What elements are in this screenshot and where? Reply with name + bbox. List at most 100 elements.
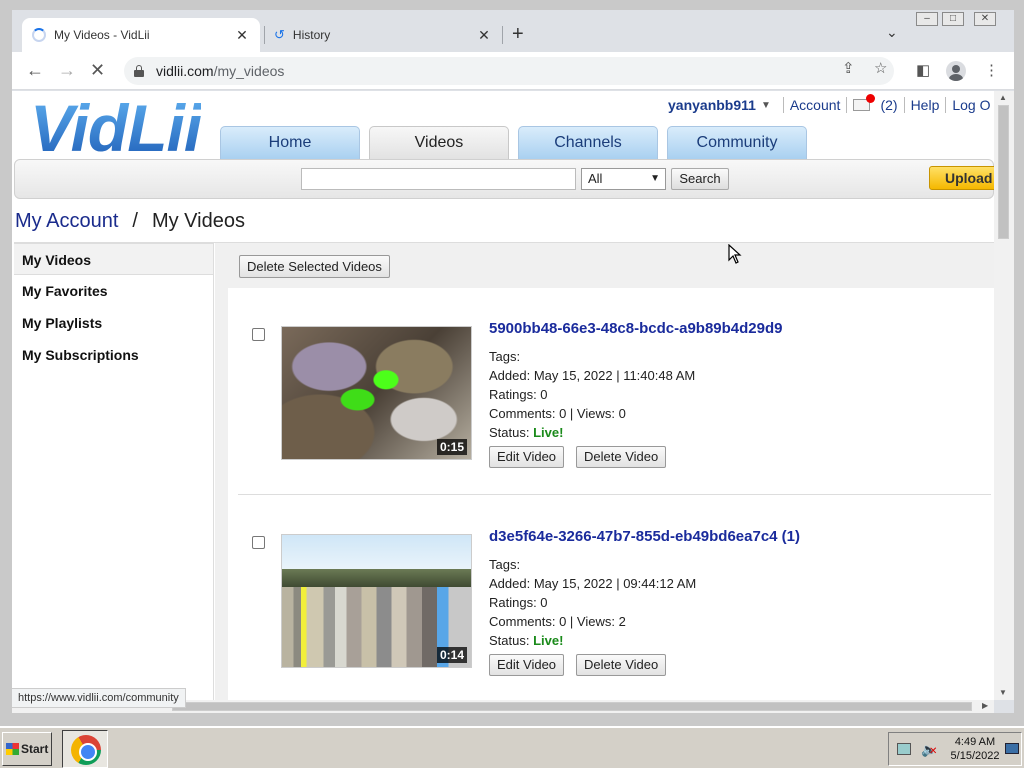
logout-link[interactable]: Log O [952,97,990,113]
video-tags: Tags: [489,557,521,572]
edit-video-button[interactable]: Edit Video [489,446,565,468]
delete-selected-videos-button[interactable]: Delete Selected Videos [239,255,390,278]
video-tags: Tags: [489,349,521,364]
tab-strip: My Videos - VidLii ✕ ↺ History ✕ + ⌄ – □… [12,10,1014,52]
scrollbar-thumb[interactable] [998,105,1009,239]
video-select-checkbox[interactable] [252,536,265,549]
tab-history[interactable]: ↺ History ✕ [264,18,502,52]
window-close-button[interactable]: ✕ [974,12,996,26]
browser-window: My Videos - VidLii ✕ ↺ History ✕ + ⌄ – □… [12,10,1014,713]
video-thumbnail[interactable]: 0:14 [281,534,472,668]
sidebar-item-my-favorites[interactable]: My Favorites [14,275,213,307]
divider [945,97,947,113]
main-content: Delete Selected Videos 0:15 5900bb48-66e… [215,243,994,700]
history-icon: ↺ [274,27,285,42]
lock-icon[interactable] [134,65,144,77]
video-ratings: Ratings: 0 [489,595,548,610]
search-input[interactable] [301,168,576,190]
mail-icon[interactable] [853,94,876,111]
tab-separator [502,26,503,44]
nav-tab-community[interactable]: Community [667,126,807,159]
new-tab-button[interactable]: + [512,24,524,44]
upload-button[interactable]: Upload [929,166,994,190]
scrollbar-thumb[interactable] [172,702,972,711]
divider [782,97,784,113]
video-duration: 0:14 [436,647,467,663]
nav-tab-channels[interactable]: Channels [518,126,658,159]
address-bar[interactable]: vidlii.com/my_videos ⇪ ☆ [124,57,894,85]
sidebar-item-my-videos[interactable]: My Videos [14,243,213,275]
menu-kebab-icon[interactable]: ⋮ [984,61,999,79]
divider [903,97,905,113]
start-button[interactable]: Start [2,732,52,766]
chevron-down-icon[interactable]: ▼ [761,100,771,111]
search-button[interactable]: Search [671,168,729,190]
scroll-down-icon[interactable]: ▼ [999,688,1007,697]
chrome-icon [71,735,101,765]
clock[interactable]: 4:49 AM 5/15/2022 [947,735,1003,763]
username-link[interactable]: yanyanbb911 [668,97,756,113]
share-icon[interactable]: ⇪ [842,59,855,77]
help-link[interactable]: Help [911,97,940,113]
user-bar: yanyanbb911 ▼ Account (2) Help Log O [668,94,991,113]
breadcrumb-separator: / [132,210,138,232]
url-text: vidlii.com/my_videos [156,63,285,79]
mail-count[interactable]: (2) [880,97,897,113]
video-row: 0:14 d3e5f64e-3266-47b7-855d-eb49bd6ea7c… [238,496,991,700]
profile-icon[interactable] [946,61,966,81]
minimize-button[interactable]: – [916,12,938,26]
chevron-down-icon: ▼ [650,173,660,184]
browser-toolbar: ← → ✕ vidlii.com/my_videos ⇪ ☆ ◧ ⋮ [12,52,1014,90]
network-icon[interactable] [897,743,911,755]
maximize-button[interactable]: □ [942,12,964,26]
breadcrumb-current: My Videos [151,210,245,232]
close-icon[interactable]: ✕ [234,27,250,44]
page-viewport: VidLii yanyanbb911 ▼ Account (2) Help Lo… [12,91,994,700]
status-badge: Live! [533,425,564,440]
video-thumbnail[interactable]: 0:15 [281,326,472,460]
taskbar-chrome-button[interactable] [62,730,108,768]
video-title-link[interactable]: d3e5f64e-3266-47b7-855d-eb49bd6ea7c4 (1) [489,528,800,545]
loading-spinner-icon [32,28,46,42]
video-status: Status: Live! [489,425,564,440]
video-select-checkbox[interactable] [252,328,265,341]
video-duration: 0:15 [436,439,467,455]
account-link[interactable]: Account [790,97,841,113]
video-added: Added: May 15, 2022 | 11:40:48 AM [489,368,696,383]
windows-flag-icon [6,743,19,755]
bookmark-star-icon[interactable]: ☆ [874,59,887,77]
edit-video-button[interactable]: Edit Video [489,654,565,676]
side-panel-icon[interactable]: ◧ [916,61,930,79]
forward-arrow-icon[interactable]: → [58,60,76,80]
vertical-scrollbar[interactable]: ▲ ▼ [994,91,1014,700]
start-label: Start [21,742,49,756]
back-arrow-icon[interactable]: ← [26,60,44,80]
nav-tab-home[interactable]: Home [220,126,360,159]
nav-tab-videos[interactable]: Videos [369,126,509,159]
breadcrumb-my-account[interactable]: My Account [15,210,118,232]
stop-loading-icon[interactable]: ✕ [90,60,105,80]
scroll-up-icon[interactable]: ▲ [999,93,1007,102]
scroll-right-icon[interactable]: ▶ [982,701,988,710]
video-status: Status: Live! [489,633,564,648]
sidebar-item-my-subscriptions[interactable]: My Subscriptions [14,339,213,371]
video-comments-views: Comments: 0 | Views: 0 [489,406,626,421]
close-icon[interactable]: ✕ [476,27,492,44]
sidebar-item-my-playlists[interactable]: My Playlists [14,307,213,339]
show-desktop-icon[interactable] [1005,743,1019,754]
system-tray: 🔈 ✕ 4:49 AM 5/15/2022 [888,732,1022,766]
tab-search-chevron-icon[interactable]: ⌄ [886,24,898,41]
vidlii-logo[interactable]: VidLii [30,93,202,163]
video-comments-views: Comments: 0 | Views: 2 [489,614,626,629]
breadcrumb: My Account / My Videos [15,210,245,233]
volume-muted-icon[interactable]: 🔈 ✕ [921,742,937,758]
sidebar: My Videos My Favorites My Playlists My S… [14,243,214,700]
video-list: 0:15 5900bb48-66e3-48c8-bcdc-a9b89b4d29d… [228,288,994,700]
delete-video-button[interactable]: Delete Video [576,654,667,676]
video-ratings: Ratings: 0 [489,387,548,402]
tab-title: History [292,28,331,42]
video-title-link[interactable]: 5900bb48-66e3-48c8-bcdc-a9b89b4d29d9 [489,320,783,337]
tab-my-videos[interactable]: My Videos - VidLii ✕ [22,18,260,52]
delete-video-button[interactable]: Delete Video [576,446,667,468]
category-select[interactable]: All ▼ [581,168,666,190]
